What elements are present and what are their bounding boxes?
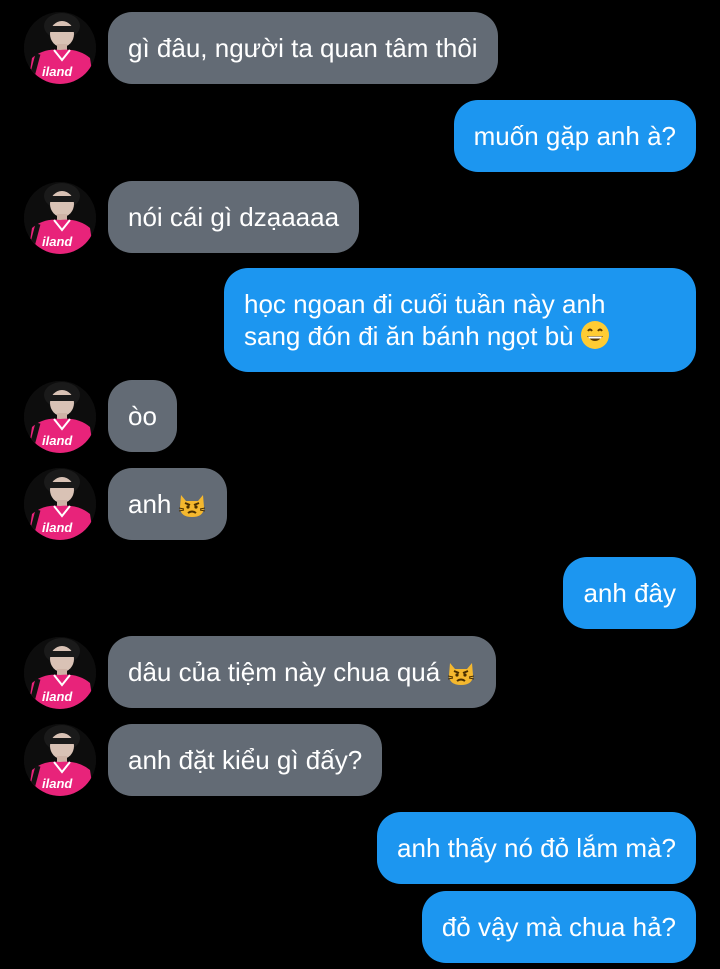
message-text: anh (128, 489, 172, 519)
message-text: nói cái gì dzạaaaa (128, 202, 340, 232)
contact-avatar[interactable] (24, 468, 96, 540)
incoming-message-bubble[interactable]: dâu của tiệm này chua quá (108, 636, 497, 708)
avatar-image (24, 182, 96, 254)
contact-avatar[interactable] (24, 12, 96, 84)
incoming-message-bubble[interactable]: òo (108, 380, 177, 452)
contact-avatar[interactable] (24, 182, 96, 254)
message-text: anh đây (583, 578, 676, 608)
avatar-image (24, 381, 96, 453)
avatar-image (24, 724, 96, 796)
incoming-message-bubble[interactable]: nói cái gì dzạaaaa (108, 181, 360, 253)
outgoing-message-bubble[interactable]: anh đây (563, 557, 696, 629)
incoming-message-bubble[interactable]: anh đặt kiểu gì đấy? (108, 724, 383, 796)
avatar-image (24, 637, 96, 709)
incoming-message-bubble[interactable]: gì đâu, người ta quan tâm thôi (108, 12, 498, 84)
avatar-image (24, 12, 96, 84)
outgoing-message-bubble[interactable]: đỏ vậy mà chua hả? (421, 891, 696, 963)
message-text: gì đâu, người ta quan tâm thôi (128, 33, 478, 63)
contact-avatar[interactable] (24, 381, 96, 453)
grinning-face-emoji-icon (580, 320, 610, 350)
message-text: đỏ vậy mà chua hả? (441, 912, 676, 942)
contact-avatar[interactable] (24, 724, 96, 796)
message-text: muốn gặp anh à? (473, 121, 676, 151)
outgoing-message-bubble[interactable]: muốn gặp anh à? (453, 100, 696, 172)
message-text-line-1: học ngoan đi cuối tuần này anh (244, 289, 606, 319)
avatar-image (24, 468, 96, 540)
incoming-message-bubble[interactable]: anh (108, 468, 228, 540)
pouting-cat-emoji-icon (446, 657, 476, 687)
chat-thread: gì đâu, người ta quan tâm thôi muốn gặp … (0, 0, 720, 969)
contact-avatar[interactable] (24, 637, 96, 709)
message-text: anh đặt kiểu gì đấy? (128, 745, 363, 775)
message-text: òo (128, 401, 157, 431)
message-text: sang đón đi ăn bánh ngọt bù (244, 321, 574, 351)
outgoing-message-bubble[interactable]: học ngoan đi cuối tuần này anh sang đón … (224, 268, 696, 372)
pouting-cat-emoji-icon (177, 489, 207, 519)
message-text: anh thấy nó đỏ lắm mà? (397, 833, 676, 863)
message-text-line-2: sang đón đi ăn bánh ngọt bù (244, 320, 610, 352)
outgoing-message-bubble[interactable]: anh thấy nó đỏ lắm mà? (377, 812, 696, 884)
message-text: dâu của tiệm này chua quá (128, 657, 441, 687)
